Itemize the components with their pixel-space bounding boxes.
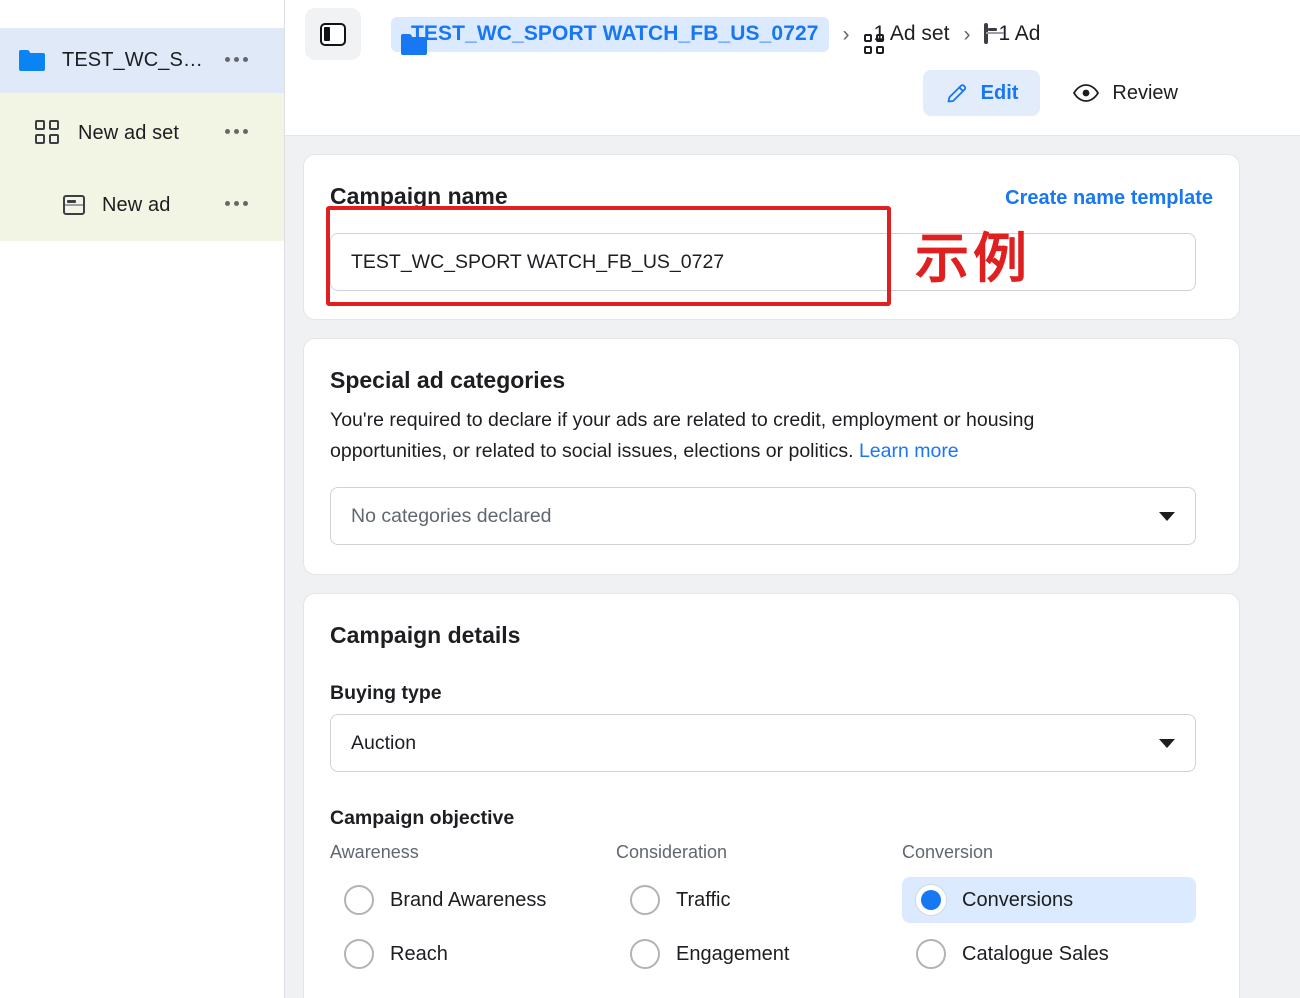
review-mode-label: Review (1112, 82, 1178, 105)
special-ad-categories-select-value: No categories declared (351, 505, 552, 528)
breadcrumb-ad[interactable]: 1 Ad (984, 22, 1040, 46)
breadcrumb-separator-1: › (843, 24, 850, 45)
campaign-name-title: Campaign name (330, 183, 508, 210)
objective-option-traffic[interactable]: Traffic (616, 877, 906, 923)
objective-column-consideration-heading: Consideration (616, 842, 906, 863)
pencil-icon (945, 81, 969, 105)
campaign-tree-sidebar: TEST_WC_S… New ad set New ad (0, 0, 285, 998)
objective-column-conversion: Conversion Conversions Catalogue Sales (902, 842, 1196, 977)
campaign-details-title: Campaign details (330, 622, 520, 649)
sidebar-item-campaign-label: TEST_WC_S… (62, 49, 203, 72)
radio-icon (630, 939, 660, 969)
special-ad-categories-description: You're required to declare if your ads a… (330, 405, 1140, 467)
objective-column-conversion-heading: Conversion (902, 842, 1196, 863)
breadcrumb-separator-2: › (963, 24, 970, 45)
radio-icon (630, 885, 660, 915)
sidebar-item-ad[interactable]: New ad (0, 172, 284, 238)
folder-icon (18, 50, 46, 71)
radio-icon (344, 939, 374, 969)
buying-type-select-value: Auction (351, 732, 416, 755)
breadcrumb-ad-set-label: 1 Ad set (874, 22, 950, 46)
objective-option-reach-label: Reach (390, 943, 448, 966)
breadcrumb-campaign-label: TEST_WC_SPORT WATCH_FB_US_0727 (411, 22, 819, 46)
review-mode-button[interactable]: Review (1050, 71, 1200, 116)
buying-type-select[interactable]: Auction (330, 714, 1196, 772)
mode-switcher: Edit Review (923, 70, 1200, 116)
objective-option-traffic-label: Traffic (676, 889, 730, 912)
breadcrumb: TEST_WC_SPORT WATCH_FB_US_0727 › 1 Ad se… (305, 8, 1040, 60)
edit-mode-label: Edit (981, 82, 1019, 105)
campaign-name-input-value: TEST_WC_SPORT WATCH_FB_US_0727 (351, 251, 724, 274)
objective-column-awareness-heading: Awareness (330, 842, 620, 863)
ad-set-grid-icon (34, 120, 62, 146)
ad-window-icon (984, 25, 988, 43)
radio-icon (344, 885, 374, 915)
sidebar-item-ad-label: New ad (102, 194, 170, 217)
breadcrumb-ad-set[interactable]: 1 Ad set (864, 22, 950, 46)
form-scroll-area[interactable]: Campaign name Create name template TEST_… (285, 136, 1300, 998)
radio-icon-selected (916, 885, 946, 915)
objective-option-engagement-label: Engagement (676, 943, 789, 966)
sidebar-ad-set-more-options-icon[interactable] (225, 129, 248, 134)
sidebar-item-campaign[interactable]: TEST_WC_S… (0, 28, 284, 93)
objective-option-brand-awareness[interactable]: Brand Awareness (330, 877, 620, 923)
eye-icon (1072, 83, 1100, 103)
objective-option-catalogue-sales-label: Catalogue Sales (962, 943, 1109, 966)
campaign-objective-label: Campaign objective (330, 807, 514, 830)
objective-option-conversions-label: Conversions (962, 889, 1073, 912)
breadcrumb-ad-label: 1 Ad (998, 22, 1040, 46)
sidebar-item-ad-set[interactable]: New ad set (0, 100, 284, 166)
objective-option-brand-awareness-label: Brand Awareness (390, 889, 546, 912)
objective-option-engagement[interactable]: Engagement (616, 931, 906, 977)
sidebar-item-ad-set-label: New ad set (78, 122, 179, 145)
buying-type-label: Buying type (330, 682, 442, 705)
sidebar-toggle-button[interactable] (305, 8, 361, 60)
sidebar-campaign-more-options-icon[interactable] (225, 57, 248, 62)
objective-option-conversions[interactable]: Conversions (902, 877, 1196, 923)
special-ad-categories-select[interactable]: No categories declared (330, 487, 1196, 545)
ad-window-icon (62, 195, 86, 215)
objective-option-reach[interactable]: Reach (330, 931, 620, 977)
campaign-name-card: Campaign name Create name template TEST_… (303, 154, 1240, 320)
top-bar: TEST_WC_SPORT WATCH_FB_US_0727 › 1 Ad se… (285, 0, 1300, 136)
special-ad-categories-card: Special ad categories You're required to… (303, 338, 1240, 575)
chevron-down-icon (1159, 739, 1175, 748)
chevron-down-icon (1159, 512, 1175, 521)
edit-mode-button[interactable]: Edit (923, 70, 1041, 116)
campaign-editor-window: TEST_WC_S… New ad set New ad (0, 0, 1300, 998)
sidebar-ad-more-options-icon[interactable] (225, 201, 248, 206)
breadcrumb-campaign[interactable]: TEST_WC_SPORT WATCH_FB_US_0727 (391, 17, 829, 52)
objective-column-awareness: Awareness Brand Awareness Reach (330, 842, 620, 977)
campaign-name-input[interactable]: TEST_WC_SPORT WATCH_FB_US_0727 (330, 233, 1196, 291)
learn-more-link[interactable]: Learn more (859, 440, 959, 462)
objective-column-consideration: Consideration Traffic Engagement (616, 842, 906, 977)
special-ad-categories-title: Special ad categories (330, 367, 565, 394)
sidebar-toggle-icon (320, 23, 346, 46)
objective-option-catalogue-sales[interactable]: Catalogue Sales (902, 931, 1196, 977)
radio-icon (916, 939, 946, 969)
campaign-details-card: Campaign details Buying type Auction Cam… (303, 593, 1240, 998)
main-area: TEST_WC_SPORT WATCH_FB_US_0727 › 1 Ad se… (285, 0, 1300, 998)
create-name-template-link[interactable]: Create name template (1005, 187, 1213, 210)
